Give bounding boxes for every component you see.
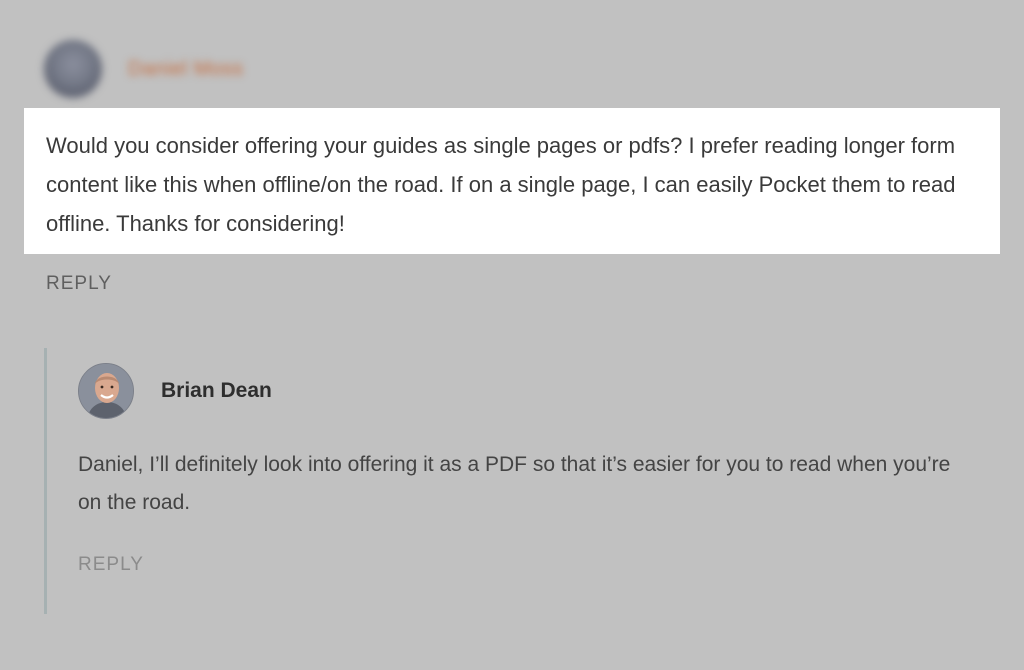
comments-section: Daniel Moss Would you consider offering … [0, 0, 1024, 670]
reply-button[interactable]: REPLY [78, 554, 144, 576]
reply-button[interactable]: REPLY [46, 273, 112, 295]
nested-reply: Brian Dean Daniel, I’ll definitely look … [78, 362, 978, 576]
parent-comment-header: Daniel Moss [44, 40, 244, 98]
parent-comment-text: Would you consider offering your guides … [46, 133, 956, 236]
avatar [44, 40, 102, 98]
highlighted-comment-body: Would you consider offering your guides … [24, 108, 1000, 254]
avatar [78, 363, 134, 419]
nested-reply-text: Daniel, I’ll definitely look into offeri… [78, 453, 951, 514]
nested-reply-header: Brian Dean [78, 362, 978, 420]
nested-reply-author[interactable]: Brian Dean [161, 379, 272, 403]
reply-thread-line [44, 348, 47, 614]
person-icon [79, 364, 133, 418]
parent-comment-author[interactable]: Daniel Moss [128, 58, 244, 81]
